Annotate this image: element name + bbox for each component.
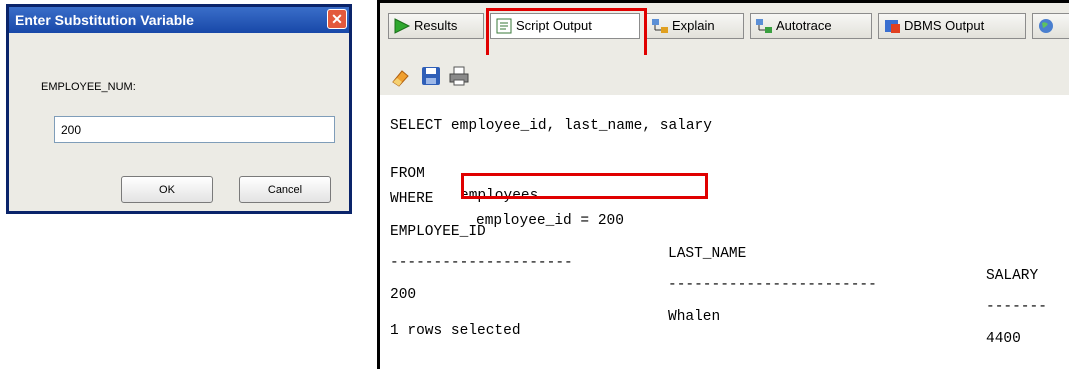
script-output-icon (496, 18, 512, 34)
variable-label: EMPLOYEE_NUM: (41, 81, 136, 93)
tab-autotrace[interactable]: Autotrace (750, 13, 872, 39)
tab-more[interactable] (1032, 13, 1069, 39)
result-header-row: EMPLOYEE_ID LAST_NAME SALARY (390, 199, 1038, 284)
column-header-last-name: LAST_NAME (668, 246, 747, 262)
cell-employee-id: 200 (390, 287, 417, 303)
cell-last-name: Whalen (668, 309, 721, 325)
tab-dbms-output[interactable]: DBMS Output (878, 13, 1026, 39)
separator-salary: ------- (986, 299, 1047, 315)
sql-select-line: SELECT employee_id, last_name, salary (390, 118, 712, 134)
tab-results[interactable]: Results (388, 13, 484, 39)
tab-explain[interactable]: Explain (646, 13, 744, 39)
tab-explain-label: Explain (672, 18, 715, 33)
tab-dbms-output-label: DBMS Output (904, 18, 985, 33)
sql-where-condition: employee_id = 200 (476, 213, 624, 229)
dbms-output-icon (885, 20, 900, 33)
dialog-body: EMPLOYEE_NUM: OK Cancel (9, 33, 349, 211)
print-icon[interactable] (448, 65, 470, 87)
cancel-button[interactable]: Cancel (239, 176, 331, 203)
eraser-icon[interactable] (390, 65, 412, 87)
sql-from-line: FROM employees (390, 141, 538, 204)
substitution-variable-dialog: Enter Substitution Variable ✕ EMPLOYEE_N… (6, 4, 352, 214)
variable-value-input[interactable] (54, 116, 335, 143)
sql-worksheet-output-panel: Results Script Output Explain Autotrace … (377, 0, 1069, 369)
sql-where-line: WHERE employee_id = 200 (390, 166, 624, 229)
tab-results-label: Results (414, 18, 458, 33)
output-tabs: Results Script Output Explain Autotrace … (380, 3, 1069, 58)
cell-salary: 4400 (986, 331, 1021, 347)
explain-plan-icon (652, 19, 668, 33)
save-icon[interactable] (420, 65, 442, 87)
dialog-title-bar[interactable]: Enter Substitution Variable ✕ (9, 7, 349, 33)
rows-selected-footer: 1 rows selected (390, 323, 521, 339)
result-data-row: 200 Whalen 4400 (390, 262, 1021, 347)
dialog-title: Enter Substitution Variable (15, 12, 194, 28)
column-header-salary: SALARY (986, 268, 1039, 284)
play-icon (394, 18, 411, 34)
tab-autotrace-label: Autotrace (776, 18, 832, 33)
script-output-area[interactable]: SELECT employee_id, last_name, salary FR… (380, 95, 1069, 369)
output-toolbar (380, 55, 1069, 95)
globe-icon (1039, 19, 1053, 33)
result-separator-row: --------------------- ------------------… (390, 230, 1047, 315)
close-icon[interactable]: ✕ (327, 9, 347, 29)
separator-last-name: ------------------------ (668, 277, 877, 293)
sql-from-table: employees (460, 188, 539, 204)
tab-script-output[interactable]: Script Output (490, 13, 640, 39)
ok-button[interactable]: OK (121, 176, 213, 203)
tab-script-output-label: Script Output (516, 18, 592, 33)
autotrace-icon (756, 19, 772, 33)
